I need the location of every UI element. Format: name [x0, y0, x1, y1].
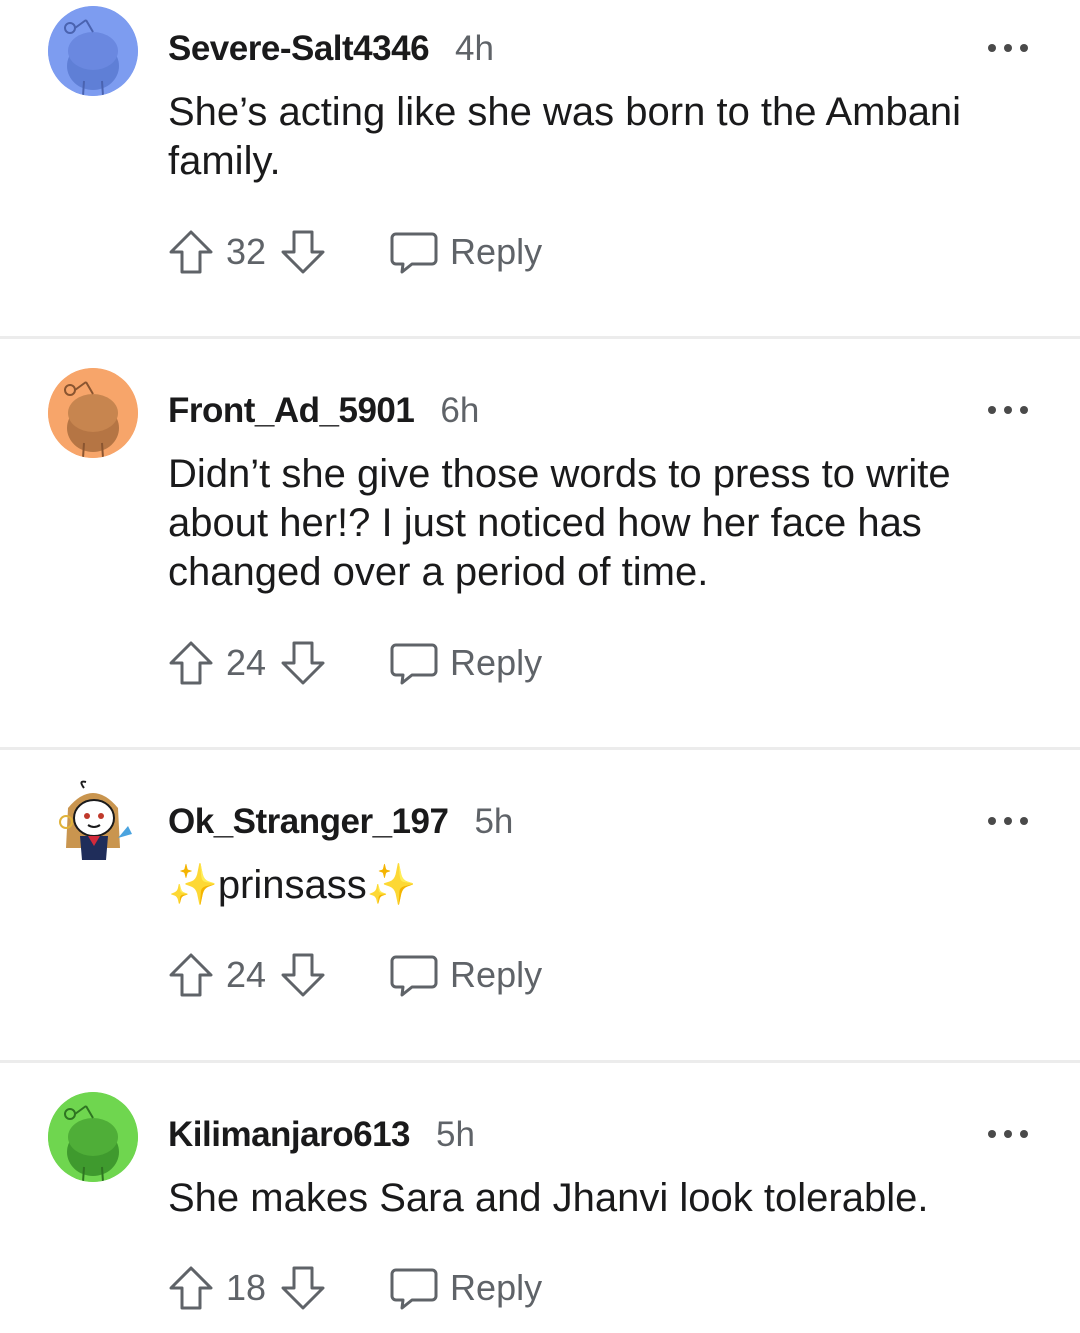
vote-score: 18: [226, 1267, 267, 1308]
more-options-icon[interactable]: [988, 38, 1028, 58]
comment-bubble-icon: [390, 232, 438, 274]
comment-3: Ok_Stranger_197 5h ✨prinsass✨ 24 Reply: [0, 750, 1080, 1060]
more-options-icon[interactable]: [988, 1124, 1028, 1144]
username[interactable]: Kilimanjaro613: [168, 1115, 411, 1155]
timestamp: 6h: [440, 391, 480, 430]
comment-text: Didn’t she give those words to press to …: [168, 452, 951, 594]
reply-button[interactable]: Reply: [390, 1266, 542, 1310]
comment-actions: 18 Reply: [166, 1260, 542, 1316]
comment-actions: 32 Reply: [166, 224, 542, 280]
user-avatar[interactable]: [48, 6, 138, 96]
sparkles-emoji: ✨: [366, 863, 417, 907]
downvote-icon[interactable]: [278, 1263, 328, 1313]
sparkles-emoji: ✨: [168, 863, 218, 907]
reply-label: Reply: [450, 231, 543, 272]
reply-button[interactable]: Reply: [390, 953, 542, 997]
timestamp: 5h: [474, 802, 514, 841]
reply-label: Reply: [450, 1267, 543, 1308]
comment-actions: 24 Reply: [166, 947, 542, 1003]
comment-1: Severe-Salt4346 4h She’s acting like she…: [0, 0, 1080, 336]
timestamp: 5h: [436, 1115, 475, 1154]
downvote-icon[interactable]: [278, 227, 328, 277]
comment-bubble-icon: [390, 643, 438, 685]
username[interactable]: Ok_Stranger_197: [168, 802, 449, 842]
vote-score: 32: [226, 231, 267, 272]
more-options-icon[interactable]: [988, 811, 1028, 831]
upvote-icon[interactable]: [166, 638, 216, 688]
reply-button[interactable]: Reply: [390, 230, 542, 274]
reply-label: Reply: [450, 642, 543, 683]
user-avatar[interactable]: [48, 1092, 138, 1182]
timestamp: 4h: [455, 29, 494, 68]
upvote-icon[interactable]: [166, 227, 216, 277]
comment-text: She makes Sara and Jhanvi look tolerable…: [168, 1176, 929, 1220]
username[interactable]: Front_Ad_5901: [168, 391, 415, 431]
upvote-icon[interactable]: [166, 950, 216, 1000]
comment-bubble-icon: [390, 955, 438, 997]
downvote-icon[interactable]: [278, 638, 328, 688]
comment-header: Front_Ad_5901 6h: [168, 389, 479, 433]
comment-header: Severe-Salt4346 4h: [168, 27, 494, 71]
comment-4: Kilimanjaro613 5h She makes Sara and Jha…: [0, 1063, 1080, 1333]
comment-2: Front_Ad_5901 6h Didn’t she give those w…: [0, 339, 1080, 747]
comment-text: ✨prinsass✨: [168, 861, 1048, 910]
comment-header: Kilimanjaro613 5h: [168, 1113, 475, 1157]
comment-header: Ok_Stranger_197 5h: [168, 800, 513, 844]
comment-text: She’s acting like she was born to the Am…: [168, 90, 962, 183]
user-avatar[interactable]: [48, 778, 138, 868]
username[interactable]: Severe-Salt4346: [168, 29, 430, 69]
reply-label: Reply: [450, 954, 543, 995]
upvote-icon[interactable]: [166, 1263, 216, 1313]
vote-score: 24: [226, 954, 267, 995]
reply-button[interactable]: Reply: [390, 641, 542, 685]
more-options-icon[interactable]: [988, 400, 1028, 420]
user-avatar[interactable]: [48, 368, 138, 458]
downvote-icon[interactable]: [278, 950, 328, 1000]
comment-actions: 24 Reply: [166, 635, 542, 691]
comment-bubble-icon: [390, 1268, 438, 1310]
comment-text-content: prinsass: [217, 863, 367, 907]
vote-score: 24: [226, 642, 267, 683]
